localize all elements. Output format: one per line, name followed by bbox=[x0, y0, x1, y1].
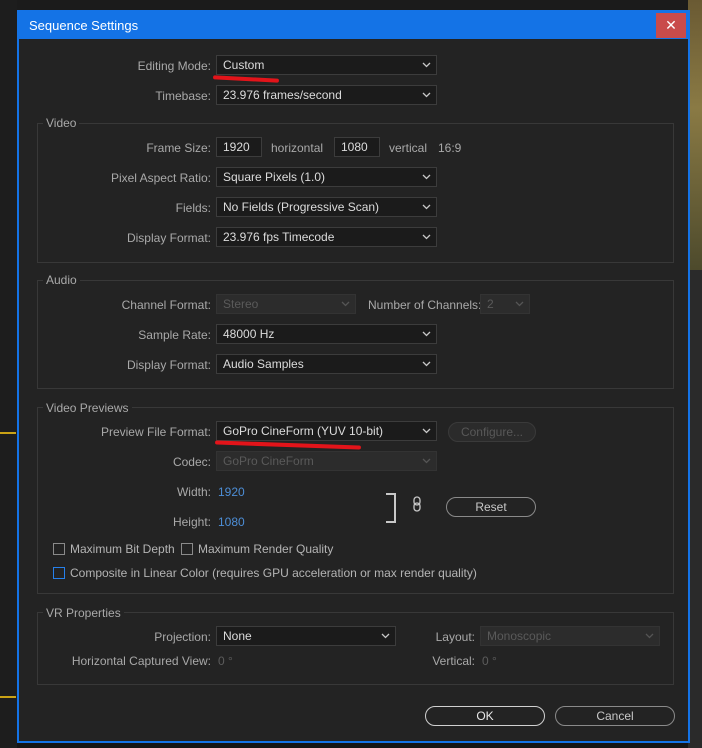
chevron-down-icon bbox=[422, 422, 432, 440]
channel-format-label: Channel Format: bbox=[121, 298, 211, 312]
video-display-format-label: Display Format: bbox=[126, 231, 211, 245]
chevron-down-icon bbox=[422, 228, 432, 246]
sample-rate-label: Sample Rate: bbox=[138, 328, 211, 342]
editing-mode-label: Editing Mode: bbox=[137, 59, 211, 73]
frame-size-label: Frame Size: bbox=[146, 141, 211, 155]
pixel-aspect-dropdown[interactable]: Square Pixels (1.0) bbox=[216, 167, 437, 187]
link-bracket bbox=[386, 493, 396, 523]
editing-mode-dropdown[interactable]: Custom bbox=[216, 55, 437, 75]
linear-color-checkbox[interactable] bbox=[53, 567, 65, 579]
fields-dropdown[interactable]: No Fields (Progressive Scan) bbox=[216, 197, 437, 217]
video-display-format-dropdown[interactable]: 23.976 fps Timecode bbox=[216, 227, 437, 247]
background-playhead-marker bbox=[0, 432, 16, 434]
sequence-settings-dialog: Sequence Settings ✕ Editing Mode: Custom… bbox=[17, 10, 690, 743]
layout-value: Monoscopic bbox=[487, 629, 552, 643]
layout-dropdown: Monoscopic bbox=[480, 626, 660, 646]
preview-format-label: Preview File Format: bbox=[100, 425, 211, 439]
chevron-down-icon bbox=[422, 355, 432, 373]
chevron-down-icon bbox=[422, 56, 432, 74]
timebase-label: Timebase: bbox=[155, 89, 211, 103]
num-channels-dropdown: 2 bbox=[480, 294, 530, 314]
sample-rate-value: 48000 Hz bbox=[223, 327, 275, 341]
max-bit-depth-label: Maximum Bit Depth bbox=[70, 542, 175, 556]
max-render-quality-label: Maximum Render Quality bbox=[198, 542, 334, 556]
audio-display-format-label: Display Format: bbox=[126, 358, 211, 372]
vr-properties-group-title: VR Properties bbox=[43, 606, 124, 620]
background-thumbnail bbox=[688, 0, 702, 270]
codec-value: GoPro CineForm bbox=[223, 454, 314, 468]
background-playhead-marker bbox=[0, 696, 16, 698]
timebase-dropdown[interactable]: 23.976 frames/second bbox=[216, 85, 437, 105]
chevron-down-icon bbox=[422, 452, 432, 470]
h-captured-view-value: 0 ° bbox=[218, 654, 233, 668]
close-icon: ✕ bbox=[665, 17, 677, 33]
video-previews-group-title: Video Previews bbox=[43, 401, 132, 415]
fields-label: Fields: bbox=[175, 201, 211, 215]
dialog-title: Sequence Settings bbox=[29, 18, 139, 33]
audio-display-format-dropdown[interactable]: Audio Samples bbox=[216, 354, 437, 374]
linear-color-label: Composite in Linear Color (requires GPU … bbox=[70, 566, 477, 580]
vertical-label: vertical bbox=[389, 141, 428, 155]
projection-dropdown[interactable]: None bbox=[216, 626, 396, 646]
num-channels-label: Number of Channels: bbox=[368, 298, 482, 312]
frame-width-input[interactable]: 1920 bbox=[216, 137, 262, 157]
preview-format-value: GoPro CineForm (YUV 10-bit) bbox=[223, 424, 384, 438]
timebase-value: 23.976 frames/second bbox=[223, 88, 342, 102]
codec-dropdown: GoPro CineForm bbox=[216, 451, 437, 471]
preview-height-label: Height: bbox=[172, 515, 211, 529]
red-annotation-underline bbox=[212, 75, 280, 83]
chevron-down-icon bbox=[422, 325, 432, 343]
aspect-ratio-text: 16:9 bbox=[438, 141, 462, 155]
chevron-down-icon bbox=[422, 168, 432, 186]
audio-display-format-value: Audio Samples bbox=[223, 357, 304, 371]
link-chain-icon[interactable] bbox=[413, 496, 421, 515]
video-display-format-value: 23.976 fps Timecode bbox=[223, 230, 335, 244]
horizontal-label: horizontal bbox=[271, 141, 324, 155]
preview-height-value[interactable]: 1080 bbox=[218, 515, 245, 529]
vr-properties-group bbox=[37, 612, 674, 685]
vertical-view-label: Vertical: bbox=[432, 654, 475, 668]
sample-rate-dropdown[interactable]: 48000 Hz bbox=[216, 324, 437, 344]
max-bit-depth-checkbox[interactable] bbox=[53, 543, 65, 555]
dialog-titlebar: Sequence Settings ✕ bbox=[19, 12, 688, 39]
audio-group-title: Audio bbox=[43, 273, 80, 287]
num-channels-value: 2 bbox=[487, 297, 494, 311]
preview-format-dropdown[interactable]: GoPro CineForm (YUV 10-bit) bbox=[216, 421, 437, 441]
chevron-down-icon bbox=[422, 86, 432, 104]
frame-height-input[interactable]: 1080 bbox=[334, 137, 380, 157]
ok-button[interactable]: OK bbox=[425, 706, 545, 726]
chevron-down-icon bbox=[381, 627, 391, 645]
pixel-aspect-value: Square Pixels (1.0) bbox=[223, 170, 326, 184]
vertical-view-value: 0 ° bbox=[482, 654, 497, 668]
preview-width-value[interactable]: 1920 bbox=[218, 485, 245, 499]
fields-value: No Fields (Progressive Scan) bbox=[223, 200, 380, 214]
pixel-aspect-label: Pixel Aspect Ratio: bbox=[110, 171, 211, 185]
channel-format-dropdown: Stereo bbox=[216, 294, 356, 314]
max-render-quality-checkbox[interactable] bbox=[181, 543, 193, 555]
chevron-down-icon bbox=[645, 627, 655, 645]
editing-mode-value: Custom bbox=[223, 58, 265, 72]
background-app-left bbox=[0, 0, 17, 748]
configure-button: Configure... bbox=[448, 422, 536, 442]
background-app-top bbox=[0, 0, 702, 10]
layout-label: Layout: bbox=[435, 630, 475, 644]
projection-label: Projection: bbox=[154, 630, 211, 644]
chevron-down-icon bbox=[515, 295, 525, 313]
cancel-button[interactable]: Cancel bbox=[555, 706, 675, 726]
chevron-down-icon bbox=[422, 198, 432, 216]
h-captured-view-label: Horizontal Captured View: bbox=[71, 654, 211, 668]
projection-value: None bbox=[223, 629, 252, 643]
reset-button[interactable]: Reset bbox=[446, 497, 536, 517]
codec-label: Codec: bbox=[172, 455, 211, 469]
chevron-down-icon bbox=[341, 295, 351, 313]
close-button[interactable]: ✕ bbox=[656, 13, 686, 38]
preview-width-label: Width: bbox=[176, 485, 211, 499]
video-group-title: Video bbox=[43, 116, 80, 130]
channel-format-value: Stereo bbox=[223, 297, 259, 311]
